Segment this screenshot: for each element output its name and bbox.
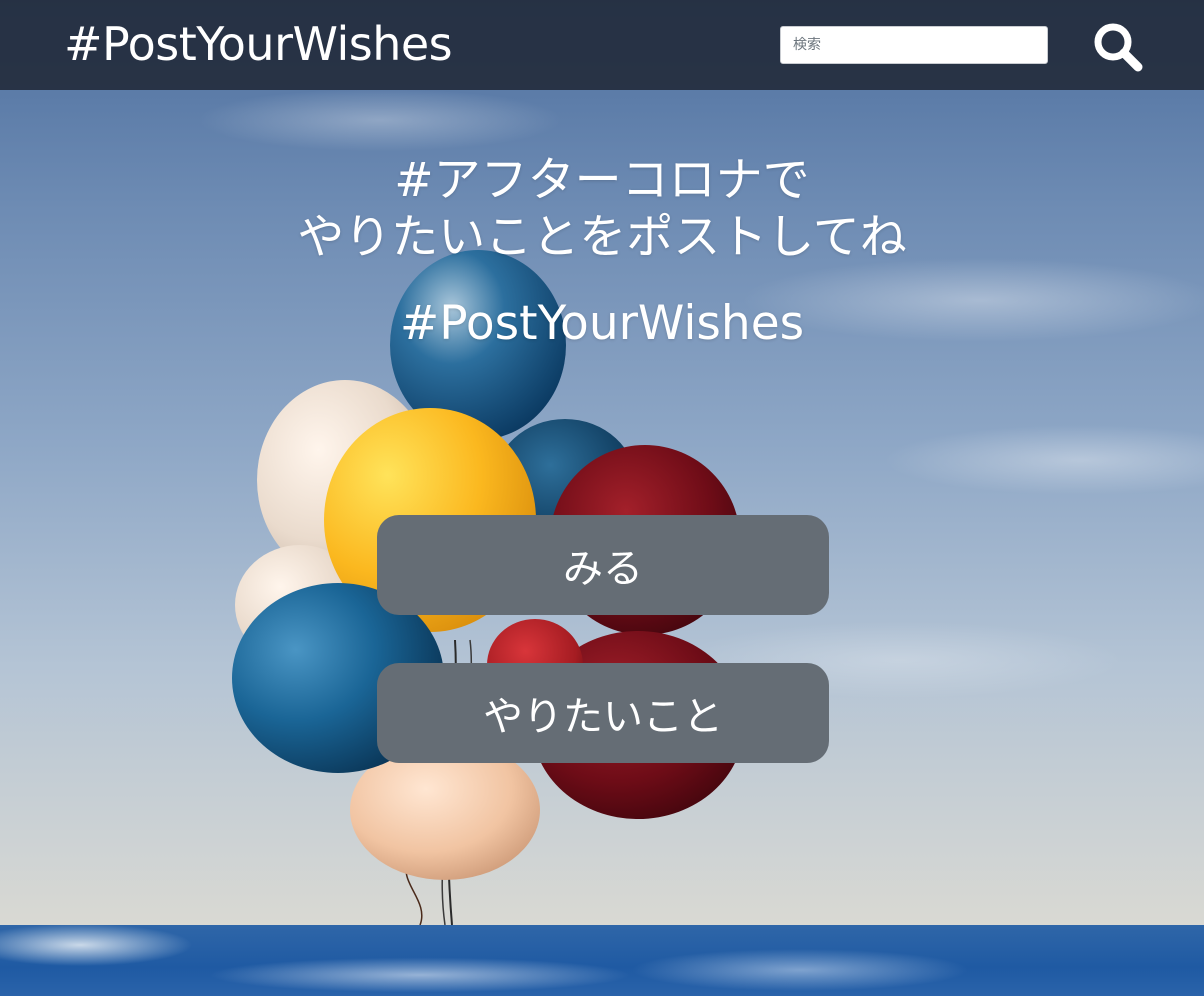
bottom-sky-strip xyxy=(0,925,1204,996)
balloons-image xyxy=(232,250,744,925)
view-button[interactable]: みる xyxy=(377,515,829,615)
brand-logo-link[interactable]: #PostYourWishes xyxy=(64,14,453,74)
hero-title: #アフターコロナで やりたいことをポストしてね xyxy=(0,152,1204,266)
hero-title-line-1: #アフターコロナで xyxy=(394,153,810,208)
post-wish-button[interactable]: やりたいこと xyxy=(377,663,829,763)
search-input[interactable] xyxy=(780,26,1048,64)
search-button[interactable] xyxy=(1090,18,1146,74)
header-bar: #PostYourWishes xyxy=(0,0,1204,90)
hero-background xyxy=(0,0,1204,925)
hero-hashtag: #PostYourWishes xyxy=(399,296,805,351)
hero-title-line-2: やりたいことをポストしてね xyxy=(297,210,907,265)
search-icon xyxy=(1094,23,1143,72)
page: #PostYourWishes #アフターコロナで やりたいことをポストしてね … xyxy=(0,0,1204,996)
